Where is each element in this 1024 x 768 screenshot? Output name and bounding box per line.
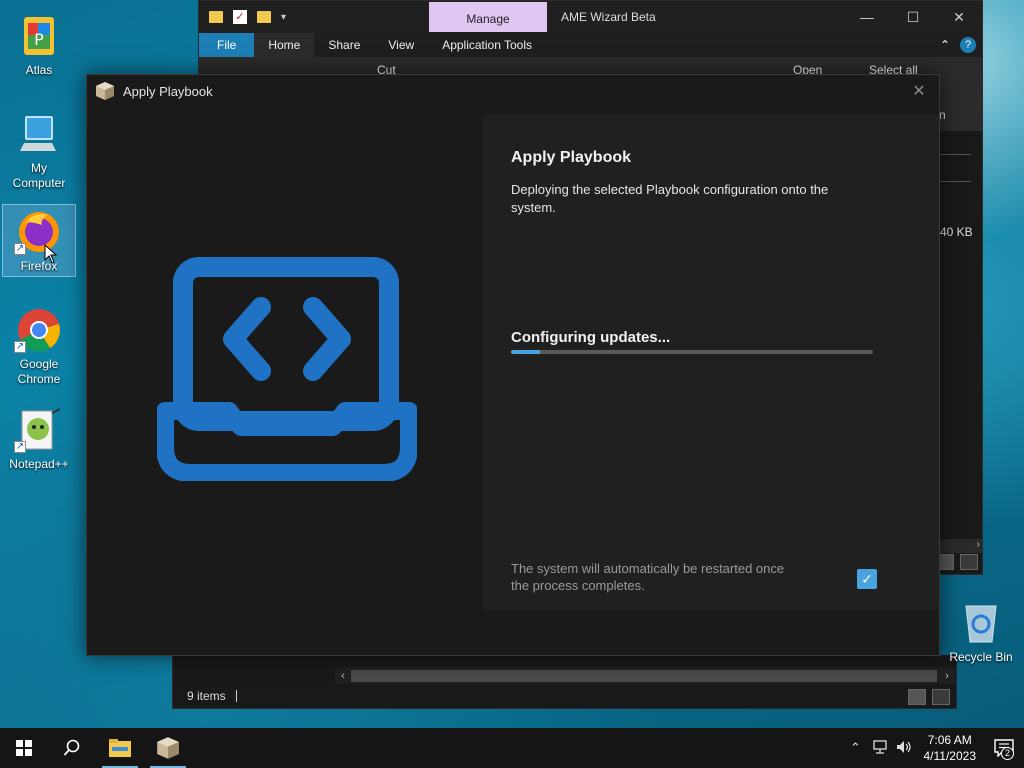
minimize-button[interactable]: — [844,9,890,25]
laptop-code-icon [156,251,418,482]
action-center-button[interactable]: 2 [984,728,1024,768]
svg-text:P: P [34,30,44,49]
item-count: 9 items [187,689,226,703]
taskbar-file-explorer[interactable] [96,728,144,768]
explorer-title: AME Wizard Beta [561,10,656,24]
progress-bar [511,350,873,354]
desktop-icon-label: Atlas [25,63,53,77]
large-icons-view-button[interactable] [960,554,978,570]
details-view-button[interactable] [908,689,926,705]
desktop-icon-label: Google Chrome [17,357,61,386]
search-button[interactable] [48,728,96,768]
manage-context-tab[interactable]: Manage [429,2,547,32]
desktop-icon-label: My Computer [12,161,66,190]
notepadpp-icon: ↗ [14,407,62,453]
status-divider [235,690,237,702]
maximize-button[interactable]: ☐ [890,9,936,26]
desktop-icon-google-chrome[interactable]: ↗ Google Chrome [2,302,76,390]
shortcut-arrow-icon: ↗ [14,243,26,255]
desktop-icon-label: Notepad++ [9,457,69,471]
close-button[interactable]: ✕ [936,9,982,26]
close-button[interactable]: ✕ [899,81,939,101]
notification-count-badge: 2 [1001,747,1014,760]
system-tray: ⌃ 7:06 AM 4/11/2023 2 [844,728,1024,768]
ame-wizard-icon [157,737,179,759]
desktop-icon-my-computer[interactable]: My Computer [2,106,76,194]
checkmark-icon: ✓ [861,571,873,587]
atlas-icon: P [16,13,62,59]
chrome-icon: ↗ [14,307,62,353]
desktop-icon-firefox[interactable]: ↗ Firefox [2,204,76,277]
taskbar: ⌃ 7:06 AM 4/11/2023 2 [0,728,1024,768]
start-button[interactable] [0,728,48,768]
progress-label: Configuring updates... [511,329,671,346]
explorer-titlebar[interactable]: ✓ ▾ Manage AME Wizard Beta — ☐ ✕ [199,1,982,33]
clock-date: 4/11/2023 [923,749,977,763]
panel-description: Deploying the selected Playbook configur… [511,182,829,215]
file-size-cell: 40 KB [940,225,973,239]
new-folder-icon[interactable] [257,11,271,23]
mouse-cursor-icon [44,243,58,267]
auto-restart-checkbox[interactable]: ✓ [857,569,877,589]
desktop-icon-label: Recycle Bin [949,650,1013,664]
shortcut-arrow-icon: ↗ [14,441,26,453]
chevron-down-icon[interactable]: ▾ [281,12,286,23]
tab-view[interactable]: View [374,33,428,57]
horizontal-scrollbar[interactable]: ‹ › [335,667,955,685]
progress-panel: Apply Playbook Deploying the selected Pl… [483,115,939,611]
recycle-bin-icon [962,600,1000,644]
status-bar: 9 items [173,684,956,708]
properties-icon[interactable]: ✓ [233,10,247,24]
scroll-right-icon[interactable]: › [939,667,955,685]
restart-note: The system will automatically be restart… [511,561,785,593]
apply-playbook-dialog[interactable]: Apply Playbook ✕ Apply Playbook Deployin… [86,74,940,656]
dialog-title: Apply Playbook [123,83,213,99]
search-input[interactable] [939,154,971,182]
clock-time: 7:06 AM [927,733,972,747]
tab-application-tools[interactable]: Application Tools [428,33,546,57]
ribbon-label-fragment: n [939,108,946,122]
network-icon[interactable] [868,739,892,757]
taskbar-ame-wizard[interactable] [144,728,192,768]
tab-share[interactable]: Share [314,33,374,57]
chevron-up-icon[interactable]: ⌃ [844,740,868,756]
desktop-icon-atlas[interactable]: P Atlas [2,8,76,81]
file-explorer-status-area: ‹ › 9 items [172,655,957,709]
horizontal-scrollbar[interactable]: › [939,539,983,553]
ame-wizard-icon [95,81,115,101]
folder-icon[interactable] [209,11,223,23]
tab-file[interactable]: File [199,33,255,57]
help-icon[interactable]: ? [960,37,976,53]
search-icon [63,739,80,756]
quick-access-toolbar: ✓ ▾ [199,10,429,24]
progress-bar-fill [511,350,540,354]
desktop-icon-notepadpp[interactable]: ↗ Notepad++ [2,402,76,475]
large-icons-view-button[interactable] [932,689,950,705]
taskbar-clock[interactable]: 7:06 AM 4/11/2023 [916,732,985,764]
ribbon-tabs: File Home Share View Application Tools ⌃… [199,33,982,57]
chevron-up-icon[interactable]: ⌃ [940,38,950,52]
scrollbar-thumb[interactable] [351,670,937,682]
shortcut-arrow-icon: ↗ [14,341,26,353]
volume-icon[interactable] [892,740,916,757]
dialog-titlebar[interactable]: Apply Playbook ✕ [87,75,939,107]
tab-home[interactable]: Home [254,33,315,57]
panel-heading: Apply Playbook [511,149,632,166]
file-explorer-icon [109,739,131,757]
desktop-icon-recycle-bin[interactable]: Recycle Bin [946,600,1016,664]
computer-icon [16,111,62,157]
start-icon [16,740,32,756]
scroll-left-icon[interactable]: ‹ [335,667,351,685]
